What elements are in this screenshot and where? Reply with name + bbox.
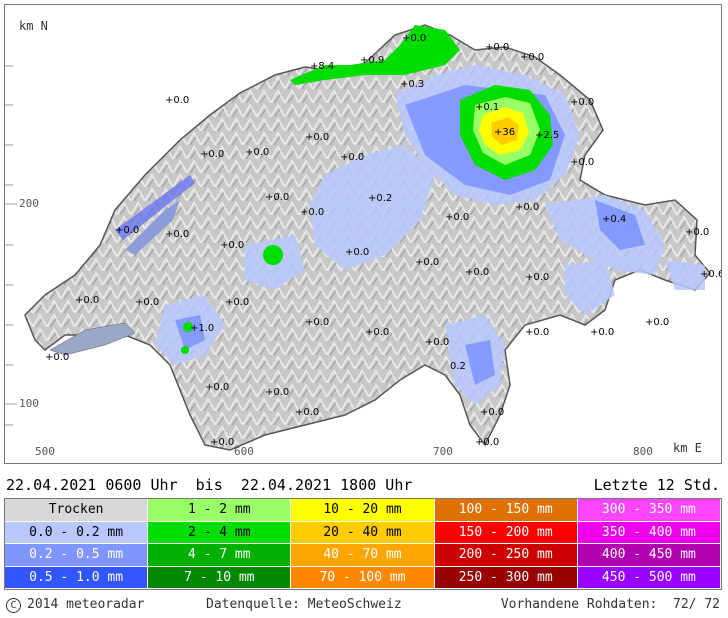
legend-cell: 450 - 500 mm [577,566,721,589]
legend-cell: Trocken [5,499,149,522]
annotation: +0.0 [570,157,594,168]
annotation: +0.0 [200,149,224,160]
annotation: +0.9 [360,55,384,66]
radar-map: +0.0 +8.4 +0.9 +0.0 +0.0 +0.3 +0.1 +36 +… [4,4,722,464]
precipitation-legend: Trocken 1 - 2 mm 10 - 20 mm 100 - 150 mm 300… [4,498,722,590]
annotation: +8.4 [310,61,334,72]
annotation: +1.0 [190,323,214,334]
copyright-icon: C [6,598,21,613]
legend-cell: 300 - 350 mm [577,499,721,522]
annotation: +0.0 [475,437,499,448]
legend-cell: 0.5 - 1.0 mm [5,566,149,589]
legend-cell: 250 - 300 mm [434,566,578,589]
annotation: +0.3 [400,79,424,90]
legend-cell: 0.2 - 0.5 mm [5,544,149,567]
annotation: +0.0 [485,42,509,53]
legend-cell: 10 - 20 mm [291,499,435,522]
annotation: +0.0 [525,327,549,338]
annotation: +0.0 [520,52,544,63]
annotation: +0.0 [75,295,99,306]
annotation: +0.0 [220,240,244,251]
annotation: +0.0 [340,152,364,163]
legend-cell: 70 - 100 mm [291,566,435,589]
annotation: +0.0 [300,207,324,218]
footer: C 2014 meteoradar Datenquelle: MeteoSchwe… [4,596,722,616]
annotation: +0.0 [265,387,289,398]
annotation: 0.2 [450,361,466,372]
annotation: +0.0 [225,297,249,308]
annotation: +0.0 [345,247,369,258]
annotation: +0.0 [415,257,439,268]
x-axis-label: km E [673,441,702,455]
copyright-text: 2014 meteoradar [27,597,145,612]
annotation: +0.0 [265,192,289,203]
annotation: +0.0 [402,33,426,44]
legend-cell: 20 - 40 mm [291,521,435,544]
annotation: +0.1 [475,102,499,113]
annotation: +0.0 [305,132,329,143]
annotation: +0.0 [570,97,594,108]
x-tick: 700 [433,445,453,458]
period-line: 22.04.2021 0600 Uhr bis 22.04.2021 1800 … [6,474,722,494]
raw-data-count: Vorhandene Rohdaten: 72/ 72 [500,597,720,612]
legend-cell: 2 - 4 mm [148,521,292,544]
legend-cell: 350 - 400 mm [577,521,721,544]
legend-cell: 400 - 450 mm [577,544,721,567]
x-tick: 600 [234,445,254,458]
x-tick: 800 [633,445,653,458]
x-tick: 500 [35,445,55,458]
legend-cell: 150 - 200 mm [434,521,578,544]
annotation: +0.0 [365,327,389,338]
period-last: Letzte 12 Std. [593,476,720,494]
legend-cell: 1 - 2 mm [148,499,292,522]
annotation: +0.0 [115,225,139,236]
annotation: +36 [494,127,515,138]
annotation: +0.0 [135,297,159,308]
annotation: +0.0 [305,317,329,328]
legend-cell: 200 - 250 mm [434,544,578,567]
annotation: +0.0 [210,437,234,448]
annotation: +0.0 [480,407,504,418]
y-tick: 100 [19,397,39,410]
annotation: +0.0 [425,337,449,348]
period-range: 22.04.2021 0600 Uhr bis 22.04.2021 1800 … [6,476,413,494]
annotation: +0.0 [525,272,549,283]
legend-cell: 100 - 150 mm [434,499,578,522]
annotation: +0.0 [205,382,229,393]
annotation: +0.0 [165,95,189,106]
legend-cell: 40 - 70 mm [291,544,435,567]
data-source: Datenquelle: MeteoSchweiz [206,597,402,612]
annotation: +0.4 [602,214,626,225]
annotation: +0.0 [685,227,709,238]
legend-cell: 7 - 10 mm [148,566,292,589]
annotation: +0.0 [45,352,69,363]
annotation: +0.2 [368,193,392,204]
annotation: +0.0 [165,229,189,240]
annotation: +0.0 [445,212,469,223]
annotation: +2.5 [535,130,559,141]
annotation: +0.0 [645,317,669,328]
annotation: +0.0 [465,267,489,278]
annotation: +0.0 [515,202,539,213]
switzerland-relief-map: +0.0 +8.4 +0.9 +0.0 +0.0 +0.3 +0.1 +36 +… [5,24,722,451]
y-tick: 200 [19,197,39,210]
annotation: +0.0 [590,327,614,338]
legend-cell: 0.0 - 0.2 mm [5,521,149,544]
legend-cell: 4 - 7 mm [148,544,292,567]
annotation: +0.0 [245,147,269,158]
annotation: +0.6 [700,269,722,280]
copyright: C 2014 meteoradar [6,597,144,613]
y-axis-label: km N [19,19,48,33]
annotation: +0.0 [295,407,319,418]
